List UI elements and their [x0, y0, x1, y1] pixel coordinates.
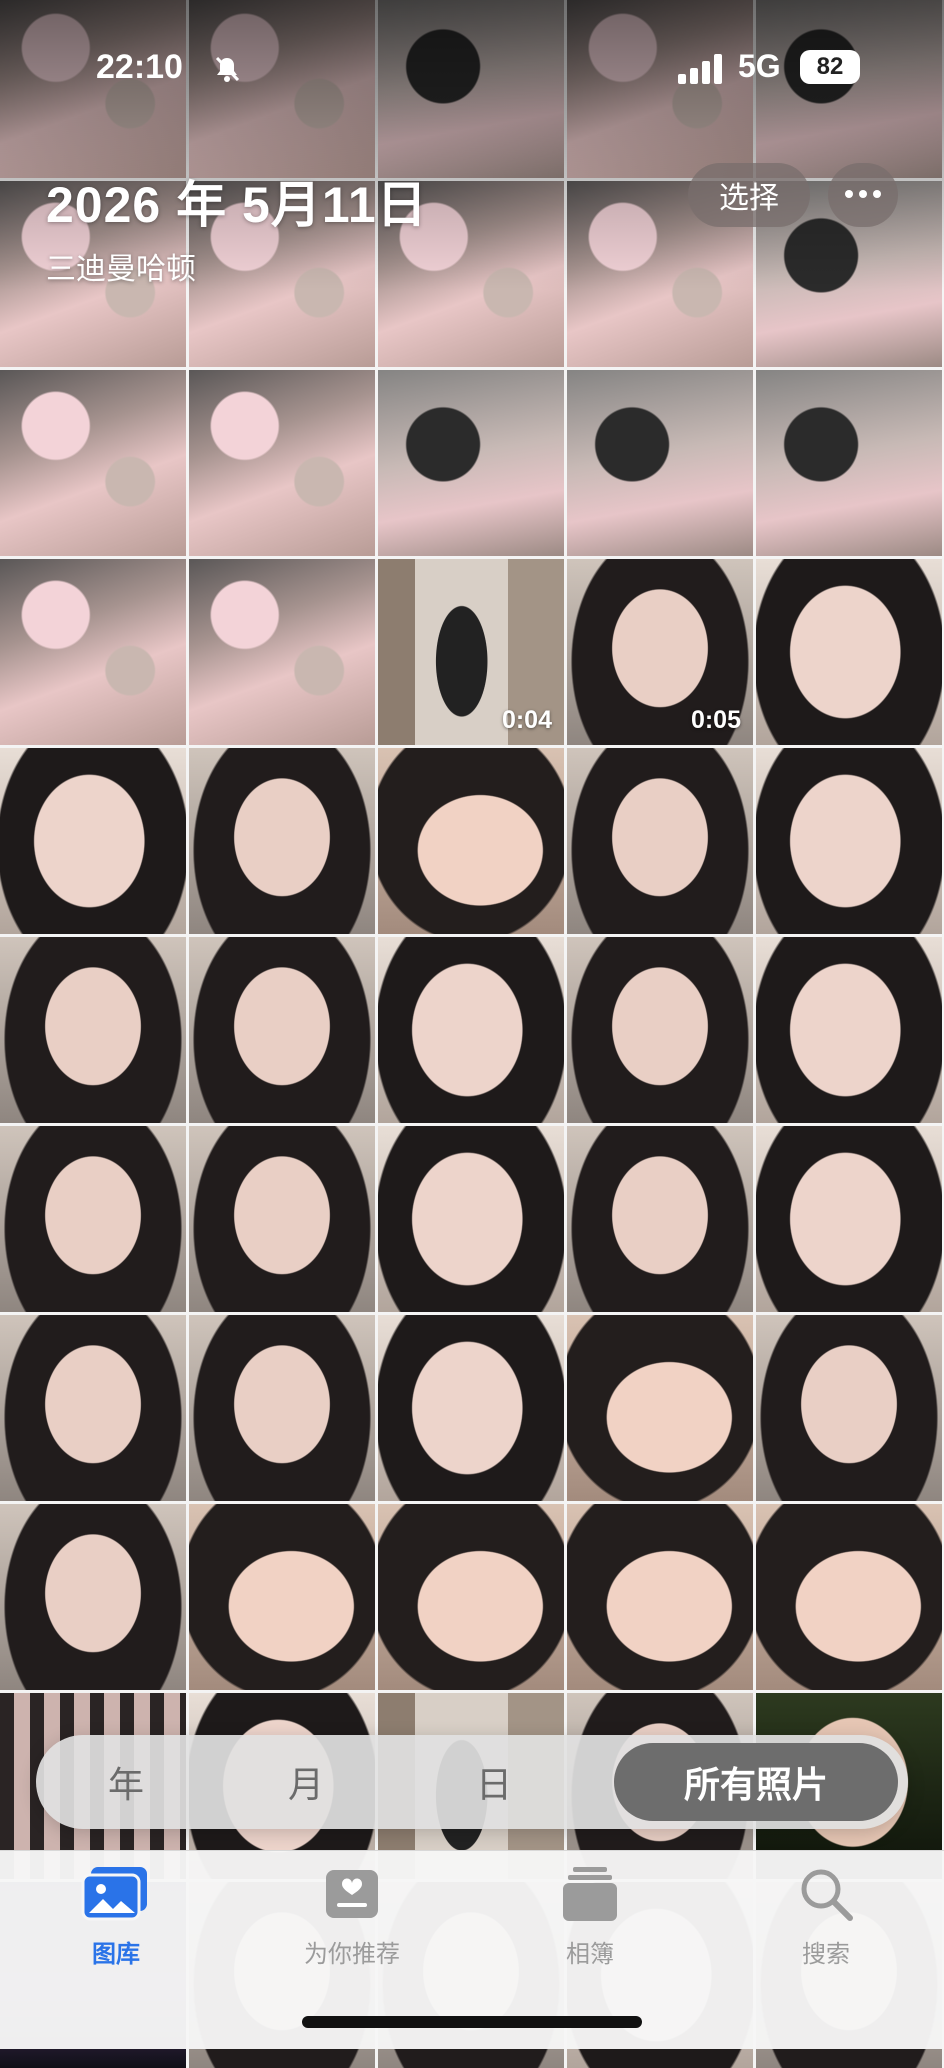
photo-thumbnail[interactable] — [756, 1504, 942, 1690]
tab-albums-label: 相簿 — [566, 1941, 614, 1968]
segment-all-photos[interactable]: 所有照片 — [614, 1743, 898, 1821]
tab-search-label: 搜索 — [802, 1941, 850, 1968]
photo-thumbnail[interactable] — [189, 370, 375, 556]
photo-thumbnail[interactable] — [0, 370, 186, 556]
photo-thumbnail[interactable] — [189, 1315, 375, 1501]
photo-thumbnail[interactable] — [567, 1315, 753, 1501]
photo-thumbnail[interactable] — [567, 370, 753, 556]
photo-thumbnail[interactable] — [378, 1504, 564, 1690]
network-type: 5G — [738, 48, 781, 84]
photo-thumbnail[interactable] — [0, 1126, 186, 1312]
photo-thumbnail[interactable] — [378, 370, 564, 556]
photo-thumbnail[interactable] — [0, 559, 186, 745]
photo-thumbnail[interactable]: 0:04 — [378, 559, 564, 745]
tab-for-you-label: 为你推荐 — [304, 1941, 400, 1968]
photo-thumbnail[interactable] — [756, 559, 942, 745]
photo-thumbnail[interactable] — [378, 1315, 564, 1501]
photo-thumbnail[interactable] — [189, 559, 375, 745]
photo-thumbnail[interactable] — [189, 748, 375, 934]
video-duration: 0:05 — [690, 706, 741, 734]
time-segment-control: 年 月 日 所有照片 — [36, 1735, 908, 1829]
more-options-button[interactable] — [828, 163, 898, 227]
battery-indicator: 82 — [800, 50, 860, 84]
status-time: 22:10 — [96, 48, 183, 86]
status-bar: 22:10 5G 82 — [0, 40, 944, 96]
photo-thumbnail[interactable] — [567, 748, 753, 934]
photo-thumbnail[interactable] — [378, 937, 564, 1123]
photo-thumbnail[interactable] — [0, 1504, 186, 1690]
select-button[interactable]: 选择 — [688, 163, 810, 227]
photo-thumbnail[interactable] — [378, 1126, 564, 1312]
photo-thumbnail[interactable] — [189, 1504, 375, 1690]
photo-thumbnail[interactable] — [0, 748, 186, 934]
photo-thumbnail[interactable]: 0:05 — [567, 559, 753, 745]
home-indicator — [302, 2016, 642, 2028]
tab-search[interactable]: 搜索 — [746, 1865, 906, 1969]
location-label: 三迪曼哈顿 — [46, 253, 196, 286]
photo-thumbnail[interactable] — [756, 370, 942, 556]
tab-albums[interactable]: 相簿 — [510, 1865, 670, 1969]
search-icon — [797, 1869, 855, 1927]
photo-library-icon — [81, 1867, 151, 1927]
photo-thumbnail[interactable] — [756, 748, 942, 934]
mute-bell-icon — [212, 54, 242, 89]
photo-thumbnail[interactable] — [756, 1315, 942, 1501]
tab-library[interactable]: 图库 — [36, 1865, 196, 1969]
photo-thumbnail[interactable] — [189, 937, 375, 1123]
photo-thumbnail[interactable] — [756, 1126, 942, 1312]
for-you-icon — [323, 1870, 381, 1927]
photo-thumbnail[interactable] — [567, 937, 753, 1123]
photo-thumbnail[interactable] — [567, 1126, 753, 1312]
cellular-signal-icon — [678, 54, 724, 89]
photo-thumbnail[interactable] — [189, 1126, 375, 1312]
photo-thumbnail[interactable] — [567, 1504, 753, 1690]
photo-thumbnail[interactable] — [0, 1315, 186, 1501]
segment-year[interactable]: 年 — [76, 1735, 176, 1829]
segment-day[interactable]: 日 — [444, 1735, 544, 1829]
video-duration: 0:04 — [501, 706, 552, 734]
segment-month[interactable]: 月 — [256, 1735, 356, 1829]
tab-for-you[interactable]: 为你推荐 — [272, 1865, 432, 1969]
photo-thumbnail[interactable] — [756, 937, 942, 1123]
tab-library-label: 图库 — [92, 1941, 140, 1968]
page-title: 2026 年 5月11日 — [46, 177, 428, 233]
photo-thumbnail[interactable] — [378, 748, 564, 934]
photo-thumbnail[interactable] — [0, 937, 186, 1123]
albums-icon — [561, 1867, 619, 1927]
ellipsis-icon — [843, 186, 883, 204]
